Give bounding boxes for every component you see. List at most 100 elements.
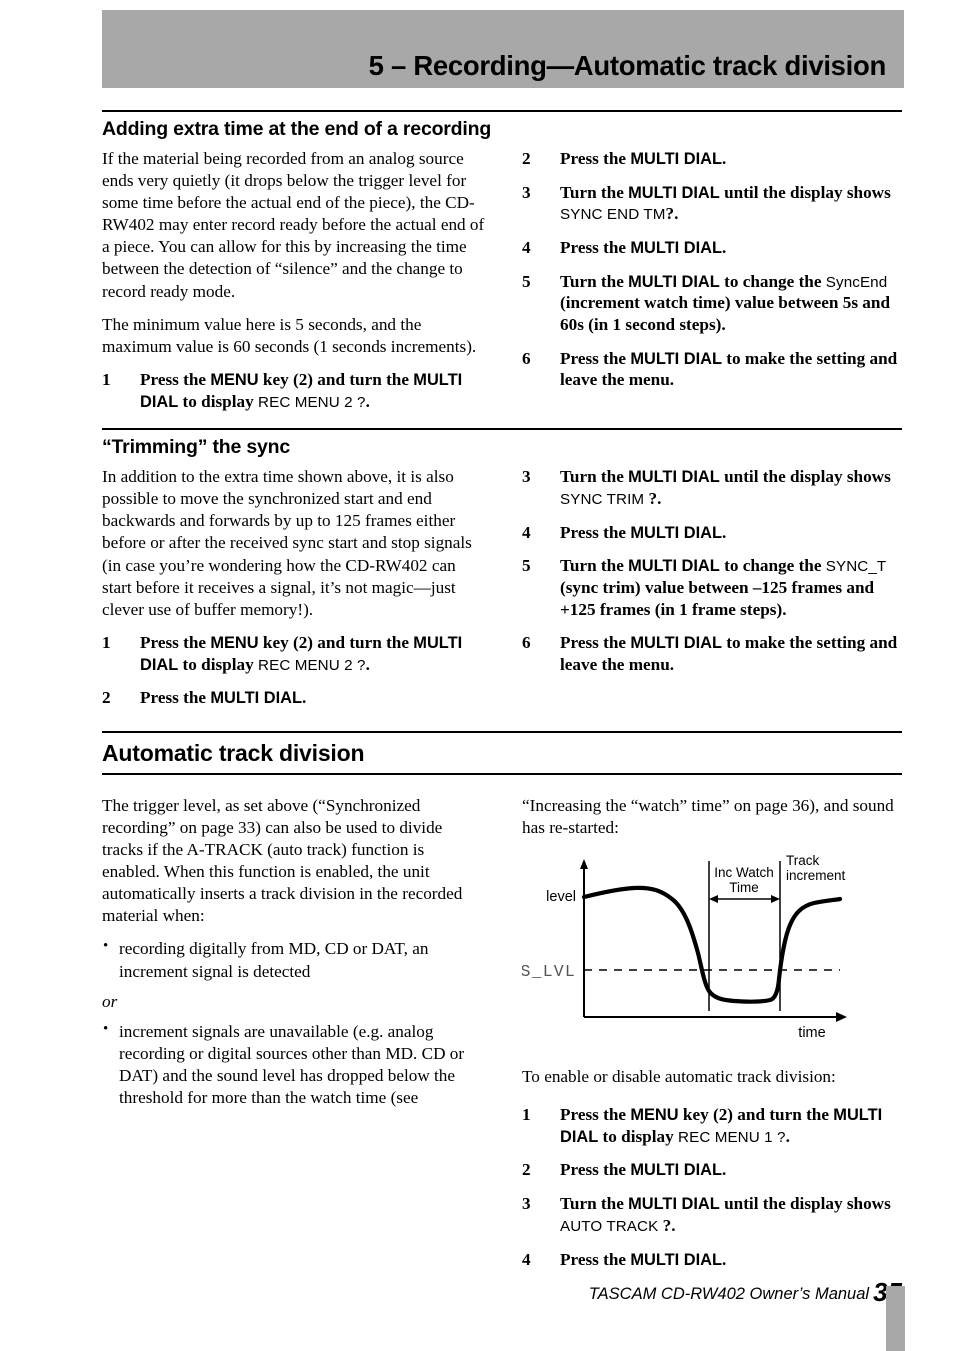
steps-extra-time-left: 1 Press the MENU key (2) and turn the MU… — [102, 369, 485, 412]
step-number: 3 — [522, 182, 531, 202]
step-text: Turn the MULTI DIAL until the display sh… — [560, 466, 902, 509]
step-text-part: Press the — [560, 348, 631, 368]
steps-trimming-left: 1 Press the MENU key (2) and turn the MU… — [102, 632, 485, 709]
step-number: 3 — [522, 1194, 531, 1214]
display-readout: REC MENU 1 ? — [678, 1128, 786, 1146]
x-axis-arrowhead — [836, 1012, 847, 1023]
step-text-part: Press the — [560, 1160, 631, 1180]
step-item: 4 Press the MULTI DIAL. — [522, 237, 902, 259]
column-gutter — [485, 148, 522, 412]
step-text: Turn the MULTI DIAL to change the SyncEn… — [560, 271, 902, 336]
step-text: Press the MULTI DIAL. — [560, 1249, 902, 1271]
figure-auto-track-level-diagram: level time S_LVL Inc Watch Time Track in… — [520, 851, 902, 1048]
step-key-label: MULTI DIAL — [630, 634, 722, 653]
step-text: Press the MENU key (2) and turn the MULT… — [560, 1104, 902, 1147]
steps-auto-track: 1 Press the MENU key (2) and turn the MU… — [522, 1104, 902, 1270]
step-number: 3 — [522, 467, 531, 487]
step-text-part: Press the — [560, 1105, 631, 1125]
list-item: increment signals are unavailable (e.g. … — [102, 1020, 485, 1109]
two-column-layout: If the material being recorded from an a… — [102, 148, 902, 412]
section-rule — [102, 730, 902, 733]
step-text-part: (sync trim) value between –125 frames an… — [560, 577, 875, 619]
heading-automatic-track-division: Automatic track division — [102, 739, 365, 766]
display-readout: SYNC_T — [825, 558, 887, 576]
step-text-part: Turn the — [560, 182, 629, 202]
column-left: The trigger level, as set above (“Synchr… — [102, 795, 485, 1270]
paragraph-auto-track-1: The trigger level, as set above (“Synchr… — [102, 795, 463, 926]
step-text: Press the MULTI DIAL. — [560, 148, 902, 170]
step-key-label: MULTI DIAL — [628, 557, 720, 576]
step-item: 5 Turn the MULTI DIAL to change the SYNC… — [522, 555, 902, 620]
step-item: 4 Press the MULTI DIAL. — [522, 1249, 902, 1271]
paragraph-extra-time-2: The minimum value here is 5 seconds, and… — [102, 314, 477, 356]
heading-adding-extra-time: Adding extra time at the end of a record… — [102, 118, 492, 140]
step-item: 1 Press the MENU key (2) and turn the MU… — [102, 369, 485, 412]
step-number: 4 — [522, 238, 531, 258]
page-header-title: 5 – Recording—Automatic track division — [368, 50, 887, 81]
step-text-part: Press the — [140, 632, 211, 652]
step-text-part: . — [721, 1160, 727, 1180]
step-item: 6 Press the MULTI DIAL to make the setti… — [522, 632, 902, 675]
section-rule-bottom — [102, 772, 902, 775]
section-adding-extra-time: Adding extra time at the end of a record… — [102, 110, 902, 412]
track-increment-label-line1: Track — [786, 853, 819, 868]
step-text-part: until the display shows — [719, 182, 891, 202]
section-trimming-the-sync: “Trimming” the sync In addition to the e… — [102, 428, 902, 709]
step-text: Press the MENU key (2) and turn the MULT… — [140, 632, 485, 675]
step-key-label: MULTI DIAL — [628, 1195, 720, 1214]
step-item: 1 Press the MENU key (2) and turn the MU… — [522, 1104, 902, 1147]
display-readout: AUTO TRACK — [560, 1217, 663, 1235]
step-text-part: Press the — [140, 369, 211, 389]
inc-watch-time-label-line2: Time — [729, 880, 759, 895]
step-number: 5 — [522, 556, 531, 576]
threshold-level-label: S_LVL — [522, 962, 576, 981]
step-key-label: MULTI DIAL — [628, 272, 720, 291]
step-number: 2 — [522, 149, 531, 168]
step-text-part: Press the — [560, 1249, 631, 1269]
step-key-label: MULTI DIAL — [630, 349, 722, 368]
steps-extra-time-right: 2 Press the MULTI DIAL. 3 Turn the MULTI… — [522, 148, 902, 391]
section-automatic-track-division: Automatic track division The trigger lev… — [102, 730, 902, 1270]
display-readout: SyncEnd — [825, 273, 888, 291]
step-key-label: MULTI DIAL — [210, 689, 302, 708]
step-text-part: (increment watch time) value between 5s … — [560, 293, 891, 335]
bullet-list-1: recording digitally from MD, CD or DAT, … — [102, 937, 485, 982]
step-item: 3 Turn the MULTI DIAL until the display … — [522, 1193, 902, 1236]
y-axis-label: level — [546, 889, 576, 905]
step-text: Press the MULTI DIAL. — [560, 522, 902, 544]
step-text-part: Turn the — [560, 271, 629, 291]
step-key-label: MULTI DIAL — [630, 1250, 722, 1269]
step-text-part: . — [365, 391, 370, 411]
step-text: Press the MULTI DIAL. — [140, 687, 485, 709]
signal-level-curve — [581, 885, 843, 1004]
step-number: 4 — [522, 1249, 531, 1269]
step-text-part: Turn the — [560, 467, 629, 487]
heading-trimming-the-sync: “Trimming” the sync — [102, 436, 290, 459]
step-text-part: . — [721, 1249, 727, 1269]
step-key-label: MULTI DIAL — [630, 150, 722, 168]
inc-watch-time-label-line1: Inc Watch — [714, 865, 774, 880]
step-key-label: MULTI DIAL — [630, 523, 722, 542]
step-number: 2 — [522, 1160, 531, 1180]
display-readout: SYNC TRIM — [560, 490, 649, 508]
step-text: Press the MULTI DIAL to make the setting… — [560, 632, 902, 675]
list-item: recording digitally from MD, CD or DAT, … — [102, 937, 485, 982]
step-text-part: . — [721, 149, 727, 168]
two-column-layout: In addition to the extra time shown abov… — [102, 466, 902, 709]
display-readout: REC MENU 2 ? — [258, 393, 366, 411]
step-item: 3 Turn the MULTI DIAL until the display … — [522, 466, 902, 509]
steps-trimming-right: 3 Turn the MULTI DIAL until the display … — [522, 466, 902, 675]
step-number: 1 — [522, 1105, 531, 1125]
page-header-band: 5 – Recording—Automatic track division — [102, 10, 904, 88]
display-readout: SYNC END TM — [560, 206, 666, 224]
step-key-label: MENU — [210, 633, 259, 652]
step-text-part: to display — [178, 654, 259, 674]
step-item: 1 Press the MENU key (2) and turn the MU… — [102, 632, 485, 675]
step-number: 6 — [522, 633, 531, 653]
step-text-part: Turn the — [560, 1194, 629, 1214]
step-text-part: . — [365, 654, 370, 674]
step-text-part: ?. — [665, 204, 679, 224]
step-text-part: key (2) and turn the — [258, 369, 414, 389]
footer-text-label: TASCAM CD-RW402 Owner’s Manual — [588, 1285, 870, 1303]
step-text: Press the MULTI DIAL. — [560, 1159, 902, 1181]
